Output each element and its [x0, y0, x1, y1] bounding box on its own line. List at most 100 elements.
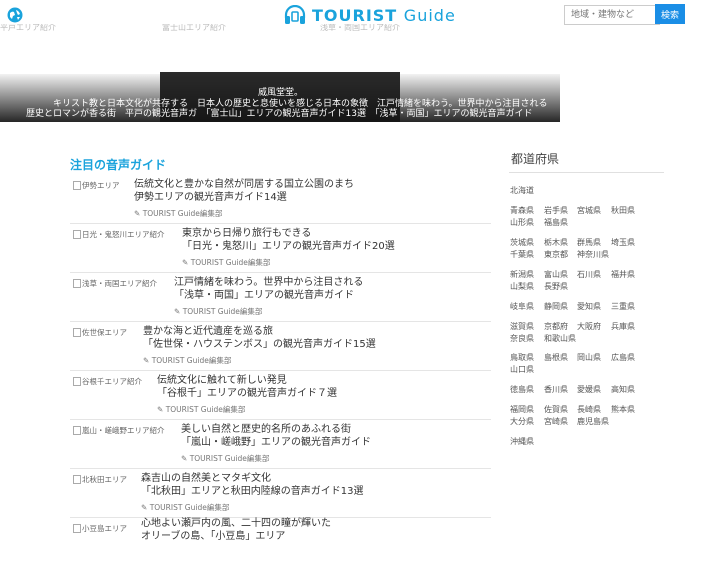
prefecture-link[interactable]: 長崎県 — [577, 404, 601, 415]
prefecture-link[interactable]: 鳥取県 — [510, 352, 534, 363]
article-card[interactable]: 佐世保エリア 豊かな海と近代遺産を巡る旅 「佐世保・ハウステンボス」の観光音声ガ… — [70, 322, 491, 371]
slide-image-alt: 平戸エリア紹介 — [0, 24, 56, 32]
prefecture-link[interactable]: 千葉県 — [510, 249, 534, 260]
prefecture-link[interactable]: 北海道 — [510, 185, 534, 196]
prefecture-link[interactable]: 静岡県 — [544, 301, 568, 312]
prefecture-link[interactable]: 愛知県 — [577, 301, 601, 312]
article-thumbnail[interactable]: 日光・鬼怒川エリア紹介 — [73, 229, 165, 240]
logo-text: TOURIST Guide — [312, 5, 456, 25]
article-title-line1[interactable]: 伝統文化と豊かな自然が同居する国立公園のまち — [134, 178, 354, 192]
article-thumbnail[interactable]: 谷根千エリア紹介 — [73, 376, 142, 387]
prefecture-link[interactable]: 長野県 — [544, 281, 568, 292]
slide-caption-line2[interactable]: 歴史とロマンが香る街 平戸の観光音声ガ 「富士山」エリアの観光音声ガイド13選 … — [26, 106, 532, 119]
prefecture-link[interactable]: 富山県 — [544, 269, 568, 280]
prefecture-link[interactable]: 新潟県 — [510, 269, 534, 280]
edit-icon: ✎ — [157, 405, 164, 414]
article-title-line2[interactable]: オリーブの島、「小豆島」エリア — [141, 530, 285, 544]
prefecture-link[interactable]: 高知県 — [611, 384, 635, 395]
hero-slider[interactable]: 平戸エリア紹介 富士山エリア紹介 浅草・両国エリア紹介 威風堂堂。 キリスト教と… — [0, 24, 560, 122]
article-author: ✎ TOURIST Guide編集部 — [157, 405, 246, 414]
site-logo[interactable]: TOURIST Guide — [284, 4, 456, 26]
article-title-line2[interactable]: 「浅草・両国」エリアの観光音声ガイド — [174, 289, 354, 303]
prefecture-link[interactable]: 岡山県 — [577, 352, 601, 363]
prefecture-link[interactable]: 沖縄県 — [510, 436, 534, 447]
headphones-icon — [284, 5, 306, 24]
globe-icon[interactable] — [7, 7, 23, 23]
search-input[interactable] — [564, 5, 660, 25]
prefecture-link[interactable]: 三重県 — [611, 301, 635, 312]
prefecture-link[interactable]: 佐賀県 — [544, 404, 568, 415]
article-thumbnail[interactable]: 浅草・両国エリア紹介 — [73, 278, 157, 289]
prefecture-link[interactable]: 熊本県 — [611, 404, 635, 415]
article-card[interactable]: 北秋田エリア 森吉山の自然美とマタギ文化 「北秋田」エリアと秋田内陸線の音声ガイ… — [70, 469, 491, 518]
prefecture-link[interactable]: 島根県 — [544, 352, 568, 363]
prefecture-link[interactable]: 宮崎県 — [544, 416, 568, 427]
article-card[interactable]: 小豆島エリア 心地よい瀬戸内の風、二十四の瞳が輝いた オリーブの島、「小豆島」エ… — [70, 518, 491, 566]
prefecture-link[interactable]: 東京都 — [544, 249, 568, 260]
article-author: ✎ TOURIST Guide編集部 — [174, 307, 263, 316]
prefecture-link[interactable]: 岩手県 — [544, 205, 568, 216]
article-thumbnail[interactable]: 佐世保エリア — [73, 327, 127, 338]
prefecture-link[interactable]: 鹿児島県 — [577, 416, 609, 427]
prefecture-link[interactable]: 香川県 — [544, 384, 568, 395]
article-card[interactable]: 浅草・両国エリア紹介 江戸情緒を味わう。世界中から注目される 「浅草・両国」エリ… — [70, 273, 491, 322]
article-title-line2[interactable]: 「谷根千」エリアの観光音声ガイド７選 — [157, 387, 337, 401]
article-card[interactable]: 日光・鬼怒川エリア紹介 東京から日帰り旅行もできる 「日光・鬼怒川」エリアの観光… — [70, 224, 491, 273]
edit-icon: ✎ — [141, 503, 148, 512]
prefecture-link[interactable]: 奈良県 — [510, 333, 534, 344]
article-title-line1[interactable]: 森吉山の自然美とマタギ文化 — [141, 472, 271, 486]
prefecture-link[interactable]: 福井県 — [611, 269, 635, 280]
article-author: ✎ TOURIST Guide編集部 — [181, 454, 270, 463]
article-title-line2[interactable]: 「嵐山・嵯峨野」エリアの観光音声ガイド — [181, 436, 371, 450]
edit-icon: ✎ — [134, 209, 141, 218]
article-title-line1[interactable]: 豊かな海と近代遺産を巡る旅 — [143, 325, 273, 339]
article-title-line1[interactable]: 東京から日帰り旅行もできる — [182, 227, 311, 241]
prefecture-link[interactable]: 福島県 — [544, 217, 568, 228]
prefecture-link[interactable]: 大阪府 — [577, 321, 601, 332]
prefecture-link[interactable]: 山口県 — [510, 364, 534, 375]
article-title-line1[interactable]: 心地よい瀬戸内の風、二十四の瞳が輝いた — [141, 517, 331, 531]
article-thumbnail[interactable]: 北秋田エリア — [73, 474, 127, 485]
prefecture-link[interactable]: 青森県 — [510, 205, 534, 216]
prefecture-link[interactable]: 岐阜県 — [510, 301, 534, 312]
prefecture-link[interactable]: 滋賀県 — [510, 321, 534, 332]
broken-image-icon — [73, 426, 81, 435]
prefecture-link[interactable]: 大分県 — [510, 416, 534, 427]
slide-image-alt: 富士山エリア紹介 — [162, 24, 226, 32]
article-card[interactable]: 伊勢エリア 伝統文化と豊かな自然が同居する国立公園のまち 伊勢エリアの観光音声ガ… — [70, 175, 491, 224]
article-title-line1[interactable]: 江戸情緒を味わう。世界中から注目される — [174, 276, 363, 290]
prefecture-link[interactable]: 茨城県 — [510, 237, 534, 248]
article-title-line2[interactable]: 「佐世保・ハウステンボス」の観光音声ガイド15選 — [143, 338, 376, 352]
article-thumbnail[interactable]: 伊勢エリア — [73, 180, 120, 191]
prefecture-link[interactable]: 愛媛県 — [577, 384, 601, 395]
prefecture-link[interactable]: 宮城県 — [577, 205, 601, 216]
prefecture-link[interactable]: 山梨県 — [510, 281, 534, 292]
section-title: 注目の音声ガイド — [70, 158, 167, 172]
prefecture-link[interactable]: 広島県 — [611, 352, 635, 363]
prefecture-link[interactable]: 栃木県 — [544, 237, 568, 248]
prefecture-link[interactable]: 石川県 — [577, 269, 601, 280]
search-button[interactable]: 検索 — [655, 4, 685, 24]
article-title-line2[interactable]: 「北秋田」エリアと秋田内陸線の音声ガイド13選 — [141, 485, 364, 499]
prefecture-link[interactable]: 京都府 — [544, 321, 568, 332]
article-title-line1[interactable]: 伝統文化に触れて新しい発見 — [157, 374, 287, 388]
broken-image-icon — [73, 181, 81, 190]
prefecture-link[interactable]: 秋田県 — [611, 205, 635, 216]
article-author: ✎ TOURIST Guide編集部 — [134, 209, 223, 218]
article-thumbnail[interactable]: 小豆島エリア — [73, 523, 127, 534]
prefecture-link[interactable]: 群馬県 — [577, 237, 601, 248]
article-title-line2[interactable]: 「日光・鬼怒川」エリアの観光音声ガイド20選 — [182, 240, 395, 254]
prefecture-link[interactable]: 兵庫県 — [611, 321, 635, 332]
prefecture-link[interactable]: 山形県 — [510, 217, 534, 228]
article-card[interactable]: 谷根千エリア紹介 伝統文化に触れて新しい発見 「谷根千」エリアの観光音声ガイド７… — [70, 371, 491, 420]
article-card[interactable]: 嵐山・嵯峨野エリア紹介 美しい自然と歴史的名所のあふれる街 「嵐山・嵯峨野」エリ… — [70, 420, 491, 469]
broken-image-icon — [73, 475, 81, 484]
prefecture-link[interactable]: 神奈川県 — [577, 249, 609, 260]
prefecture-link[interactable]: 埼玉県 — [611, 237, 635, 248]
prefecture-link[interactable]: 和歌山県 — [544, 333, 576, 344]
article-thumbnail[interactable]: 嵐山・嵯峨野エリア紹介 — [73, 425, 165, 436]
article-title-line1[interactable]: 美しい自然と歴史的名所のあふれる街 — [181, 423, 351, 437]
article-title-line2[interactable]: 伊勢エリアの観光音声ガイド14選 — [134, 191, 287, 205]
prefecture-link[interactable]: 福岡県 — [510, 404, 534, 415]
prefecture-link[interactable]: 徳島県 — [510, 384, 534, 395]
